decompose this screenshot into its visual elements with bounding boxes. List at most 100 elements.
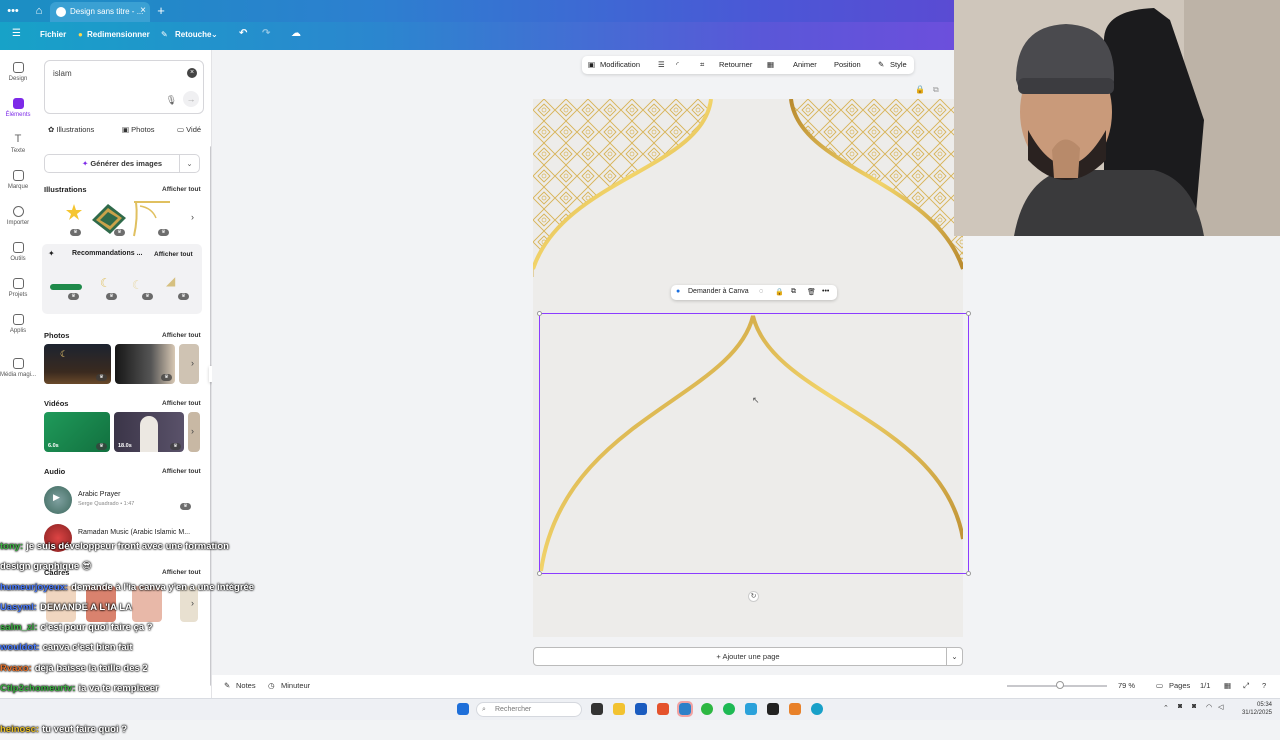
help-icon[interactable]: ? <box>1262 681 1266 690</box>
redo-icon[interactable]: ↷ <box>262 28 270 39</box>
generate-images-button[interactable]: ✦ Générer des images ⌄ <box>44 154 200 173</box>
obs-icon[interactable] <box>767 703 779 715</box>
chevron-right-icon[interactable]: › <box>191 358 194 368</box>
zoom-slider-knob[interactable] <box>1056 681 1064 689</box>
illustration-gold-corner[interactable]: ♛ <box>132 198 172 238</box>
video-green-pattern[interactable]: 6.0s ♛ <box>44 412 110 452</box>
canva-app-icon[interactable] <box>811 703 823 715</box>
volume-icon[interactable]: ◁ <box>1218 703 1223 711</box>
wifi-icon[interactable]: ◠ <box>1206 703 1212 711</box>
edit-button[interactable]: Modification <box>600 60 640 69</box>
duplicate-page-icon[interactable]: ⧉ <box>933 85 939 95</box>
photo-partial[interactable] <box>179 344 199 384</box>
rec-pale-moon[interactable]: ☾ <box>132 278 152 294</box>
flip-button[interactable]: Retourner <box>719 60 752 69</box>
chevron-right-icon[interactable]: › <box>191 426 194 436</box>
rec-gold-moon[interactable]: ☾ <box>100 276 122 294</box>
more-icon[interactable]: ••• <box>822 288 829 295</box>
see-all-illustrations[interactable]: Afficher tout <box>162 186 201 193</box>
rail-brand[interactable]: Marque <box>0 170 36 190</box>
add-page-button[interactable]: + Ajouter une page ⌄ <box>533 647 963 666</box>
spotify-icon[interactable] <box>723 703 735 715</box>
rail-projects[interactable]: Projets <box>0 278 36 298</box>
undo-icon[interactable]: ↶ <box>239 28 247 39</box>
home-icon[interactable]: ⌂ <box>32 4 46 18</box>
see-all-photos[interactable]: Afficher tout <box>162 332 201 339</box>
chevron-right-icon[interactable]: › <box>191 212 194 222</box>
selection-box[interactable] <box>539 313 969 574</box>
filter-photos[interactable]: ▣ Photos <box>122 125 155 134</box>
play-icon[interactable]: ▶ <box>53 492 60 503</box>
file-menu-button[interactable]: Fichier <box>40 30 66 39</box>
file-explorer-icon[interactable] <box>613 703 625 715</box>
brave-browser-icon[interactable] <box>657 703 669 715</box>
taskbar-search[interactable]: ⌕ Rechercher <box>476 702 582 717</box>
cloud-save-icon[interactable]: ☁ <box>291 28 301 39</box>
video-woman-hijab[interactable]: 18.0s ♛ <box>114 412 184 452</box>
rail-design[interactable]: Design <box>0 62 36 82</box>
line-style-icon[interactable]: ☰ <box>658 60 665 69</box>
tray-app-icon[interactable]: ◙ <box>1178 703 1182 710</box>
tab-close-icon[interactable]: × <box>140 5 146 16</box>
see-all-recommendations[interactable]: Afficher tout <box>154 251 193 258</box>
app-a-icon[interactable] <box>789 703 801 715</box>
chevron-down-icon[interactable]: ⌄ <box>179 155 199 172</box>
browser-tab-active[interactable]: Design sans titre - ... × <box>50 2 150 22</box>
audio-item[interactable]: ▶ Arabic Prayer Serge Quadrado • 1:47 ♛ <box>44 484 202 514</box>
filter-videos[interactable]: ▭ Vidé <box>177 125 201 134</box>
taskbar-clock[interactable]: 05:34 31/12/2025 <box>1232 701 1272 717</box>
clear-search-icon[interactable]: × <box>187 68 197 78</box>
chevron-down-icon[interactable]: ⌄ <box>946 648 962 665</box>
resize-handle-tr[interactable] <box>966 311 971 316</box>
pages-button[interactable]: Pages <box>1169 681 1190 690</box>
whatsapp-icon[interactable] <box>701 703 713 715</box>
search-submit-icon[interactable]: → <box>183 91 199 107</box>
browser-menu-icon[interactable]: ••• <box>6 4 20 18</box>
animate-button[interactable]: Animer <box>793 60 817 69</box>
new-tab-button[interactable]: + <box>154 4 168 18</box>
lock-page-icon[interactable]: 🔒 <box>915 85 925 94</box>
rail-magic-media[interactable]: Média magi... <box>0 358 36 378</box>
rotate-handle[interactable]: ↻ <box>748 591 759 602</box>
resize-button[interactable]: Redimensionner <box>87 30 150 39</box>
duplicate-icon[interactable]: ⧉ <box>791 288 796 296</box>
tray-app-icon[interactable]: ◙ <box>1192 703 1196 710</box>
ask-canva-button[interactable]: Demander à Canva <box>688 288 749 295</box>
photo-night-mosque[interactable]: ☾ ♛ <box>44 344 111 384</box>
position-button[interactable]: Position <box>834 60 861 69</box>
trash-icon[interactable]: 🗑 <box>807 288 816 296</box>
resize-handle-bl[interactable] <box>537 571 542 576</box>
telegram-icon[interactable] <box>745 703 757 715</box>
microphone-icon[interactable]: 🎙 <box>166 95 177 106</box>
grid-view-icon[interactable]: ▦ <box>1224 681 1231 690</box>
style-button[interactable]: Style <box>890 60 907 69</box>
see-all-audio[interactable]: Afficher tout <box>162 468 201 475</box>
photo-prayer-hands[interactable]: ♛ <box>115 344 175 384</box>
rail-upload[interactable]: Importer <box>0 206 36 226</box>
rec-green-banner[interactable] <box>50 284 82 290</box>
search-input[interactable]: islam × 🎙 → <box>44 60 204 114</box>
crop-icon[interactable]: ⌗ <box>700 60 704 70</box>
resize-handle-br[interactable] <box>966 571 971 576</box>
store-icon[interactable] <box>635 703 647 715</box>
rail-elements[interactable]: Éléments <box>0 98 36 118</box>
tray-chevron-icon[interactable]: ⌃ <box>1163 704 1169 712</box>
resize-handle-tl[interactable] <box>537 311 542 316</box>
transparency-icon[interactable]: ▦ <box>767 60 774 69</box>
active-app-icon[interactable] <box>677 701 693 717</box>
retouch-button[interactable]: Retouche <box>175 30 211 39</box>
see-all-videos[interactable]: Afficher tout <box>162 400 201 407</box>
video-partial[interactable] <box>188 412 200 452</box>
zoom-level[interactable]: 79 % <box>1118 681 1135 690</box>
task-view-icon[interactable] <box>591 703 603 715</box>
rec-gold-arch[interactable]: ◢ <box>166 274 192 294</box>
corner-rounding-icon[interactable]: ◜ <box>676 60 679 69</box>
hamburger-menu-icon[interactable]: ☰ <box>12 28 21 39</box>
rail-apps[interactable]: Applis <box>0 314 36 334</box>
filter-illustrations[interactable]: ✿ Illustrations <box>48 125 94 134</box>
comment-icon[interactable]: ◌ <box>759 288 763 295</box>
illustration-quran[interactable]: ♛ <box>88 198 128 238</box>
rail-text[interactable]: T Texte <box>0 134 36 155</box>
lock-icon[interactable]: 🔒 <box>775 288 784 296</box>
illustration-crescent-star[interactable]: ♛ <box>44 198 84 238</box>
